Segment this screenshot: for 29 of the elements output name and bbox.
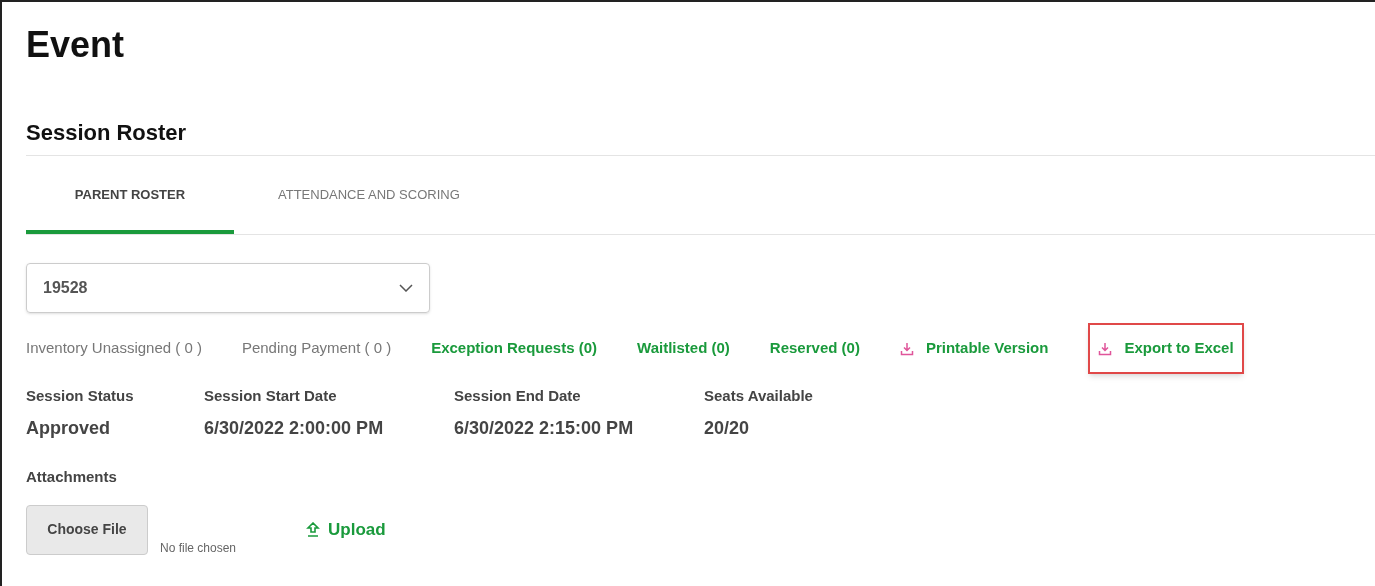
status-count-link[interactable]: Pending Payment ( 0 )	[241, 337, 392, 360]
detail-label: Session Status	[26, 385, 135, 406]
session-select[interactable]: 19528	[26, 262, 430, 313]
detail-value: Approved	[26, 417, 111, 440]
upload-link[interactable]: Upload	[306, 517, 386, 543]
attachments-label: Attachments	[26, 467, 118, 487]
choose-file-button[interactable]: Choose File	[26, 504, 148, 555]
detail-label: Session Start Date	[204, 385, 338, 406]
filter-link[interactable]: Reserved (0)	[769, 337, 860, 360]
tab[interactable]: PARENT ROSTER	[26, 155, 234, 234]
tab[interactable]: ATTENDANCE AND SCORING	[234, 155, 504, 234]
detail-value: 6/30/2022 2:00:00 PM	[204, 417, 385, 440]
select-value: 19528	[43, 277, 88, 298]
download-icon	[1098, 341, 1113, 356]
section-title: Session Roster	[26, 119, 188, 147]
download-icon	[899, 341, 914, 356]
detail-label: Session End Date	[454, 385, 582, 406]
download-link[interactable]: Export to Excel	[1098, 337, 1234, 360]
download-link[interactable]: Printable Version	[899, 337, 1049, 360]
status-count-link[interactable]: Inventory Unassigned ( 0 )	[26, 337, 202, 360]
filter-link[interactable]: Exception Requests (0)	[431, 337, 598, 360]
chevron-down-icon	[399, 283, 413, 292]
filter-link[interactable]: Waitlisted (0)	[637, 337, 730, 360]
page-title: Event	[26, 23, 126, 67]
detail-value: 20/20	[704, 417, 751, 440]
file-status: No file chosen	[160, 539, 237, 557]
upload-icon	[306, 521, 321, 538]
detail-label: Seats Available	[704, 385, 814, 406]
detail-value: 6/30/2022 2:15:00 PM	[454, 417, 635, 440]
